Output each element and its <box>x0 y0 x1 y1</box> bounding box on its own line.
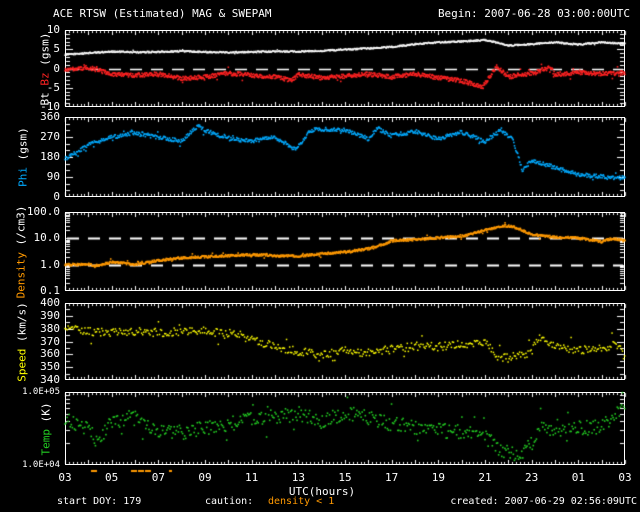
y-axis-label-part-phi-1: (gsm) <box>16 127 30 167</box>
panel-density-frame <box>65 212 625 291</box>
y-axis-label-part-speed-1: (km/s) <box>15 301 29 349</box>
y-axis-label-text-temp: Temp (K) <box>40 402 53 455</box>
ace-rtsw-plot: ACE RTSW (Estimated) MAG & SWEPAM Begin:… <box>0 0 640 512</box>
y-axis-label-text-mag: Bt Bz (gsm) <box>39 32 52 105</box>
page-title: ACE RTSW (Estimated) MAG & SWEPAM <box>53 7 272 20</box>
y-axis-label-part-density-1: (/cm3) <box>14 205 28 252</box>
x-tick-label-13-5: 13 <box>291 471 305 484</box>
y-tick-label-density-10.0: 10.0 <box>33 231 61 244</box>
y-axis-label-part-temp-1: (K) <box>39 402 53 429</box>
y-axis-label-part-mag-2: (gsm) <box>38 32 52 72</box>
x-tick-label-11-4: 11 <box>245 471 259 484</box>
x-tick-label-03-12: 03 <box>618 471 632 484</box>
y-axis-label-part-mag-0: Bt <box>38 85 52 105</box>
y-tick-label-temp-1.0E+04: 1.0E+04 <box>22 460 60 470</box>
begin-timestamp: Begin: 2007-06-28 03:00:00UTC <box>437 7 630 20</box>
created-timestamp: created: 2007-06-29 02:56:09UTC <box>450 496 637 507</box>
x-tick-label-07-2: 07 <box>151 471 165 484</box>
y-tick-label-phi-0: 0 <box>53 190 60 203</box>
start-doy-label: start DOY: 179 <box>57 496 142 507</box>
y-tick-label-speed-400: 400 <box>40 296 60 309</box>
y-tick-label-speed-360: 360 <box>40 347 60 360</box>
x-tick-label-01-11: 01 <box>571 471 585 484</box>
y-tick-label-phi-270: 270 <box>40 130 60 143</box>
y-tick-label-mag-0: 0 <box>53 62 60 75</box>
y-tick-label-phi-180: 180 <box>40 150 60 163</box>
y-axis-label-part-mag-1: Bz <box>38 71 52 86</box>
caution-label: caution: <box>205 496 254 507</box>
y-tick-label-density-1.0: 1.0 <box>40 258 60 271</box>
y-tick-label-speed-390: 390 <box>40 309 60 322</box>
x-tick-label-17-7: 17 <box>385 471 399 484</box>
y-tick-label-speed-350: 350 <box>40 360 60 373</box>
x-tick-label-19-8: 19 <box>431 471 445 484</box>
y-tick-label-speed-380: 380 <box>40 322 60 335</box>
y-axis-label-text-speed: Speed (km/s) <box>16 302 29 381</box>
y-tick-label-speed-340: 340 <box>40 373 60 386</box>
panel-speed-frame <box>65 303 625 380</box>
x-tick-label-05-1: 05 <box>105 471 119 484</box>
y-tick-label-temp-1.0E+05: 1.0E+05 <box>22 387 60 397</box>
panel-mag-frame <box>65 30 625 107</box>
panel-temp-frame <box>65 392 625 465</box>
x-tick-label-15-6: 15 <box>338 471 352 484</box>
x-tick-label-23-10: 23 <box>525 471 539 484</box>
caution-value: density < 1 <box>268 496 335 507</box>
y-axis-label-part-phi-0: Phi <box>16 166 30 187</box>
y-tick-label-phi-360: 360 <box>40 110 60 123</box>
y-tick-label-mag-5: 5 <box>53 42 60 55</box>
y-tick-label-density-100.0: 100.0 <box>26 205 60 218</box>
y-axis-label-text-density: Density (/cm3) <box>15 205 28 298</box>
x-tick-label-03-0: 03 <box>58 471 72 484</box>
panel-phi-frame <box>65 117 625 197</box>
y-axis-label-part-speed-0: Speed <box>15 348 29 382</box>
y-axis-label-part-temp-0: Temp <box>39 428 53 456</box>
x-tick-label-21-9: 21 <box>478 471 492 484</box>
y-axis-label-text-phi: Phi (gsm) <box>17 127 30 187</box>
x-tick-label-09-3: 09 <box>198 471 212 484</box>
y-axis-label-part-density-0: Density <box>14 251 28 298</box>
y-tick-label-phi-90: 90 <box>46 170 60 183</box>
